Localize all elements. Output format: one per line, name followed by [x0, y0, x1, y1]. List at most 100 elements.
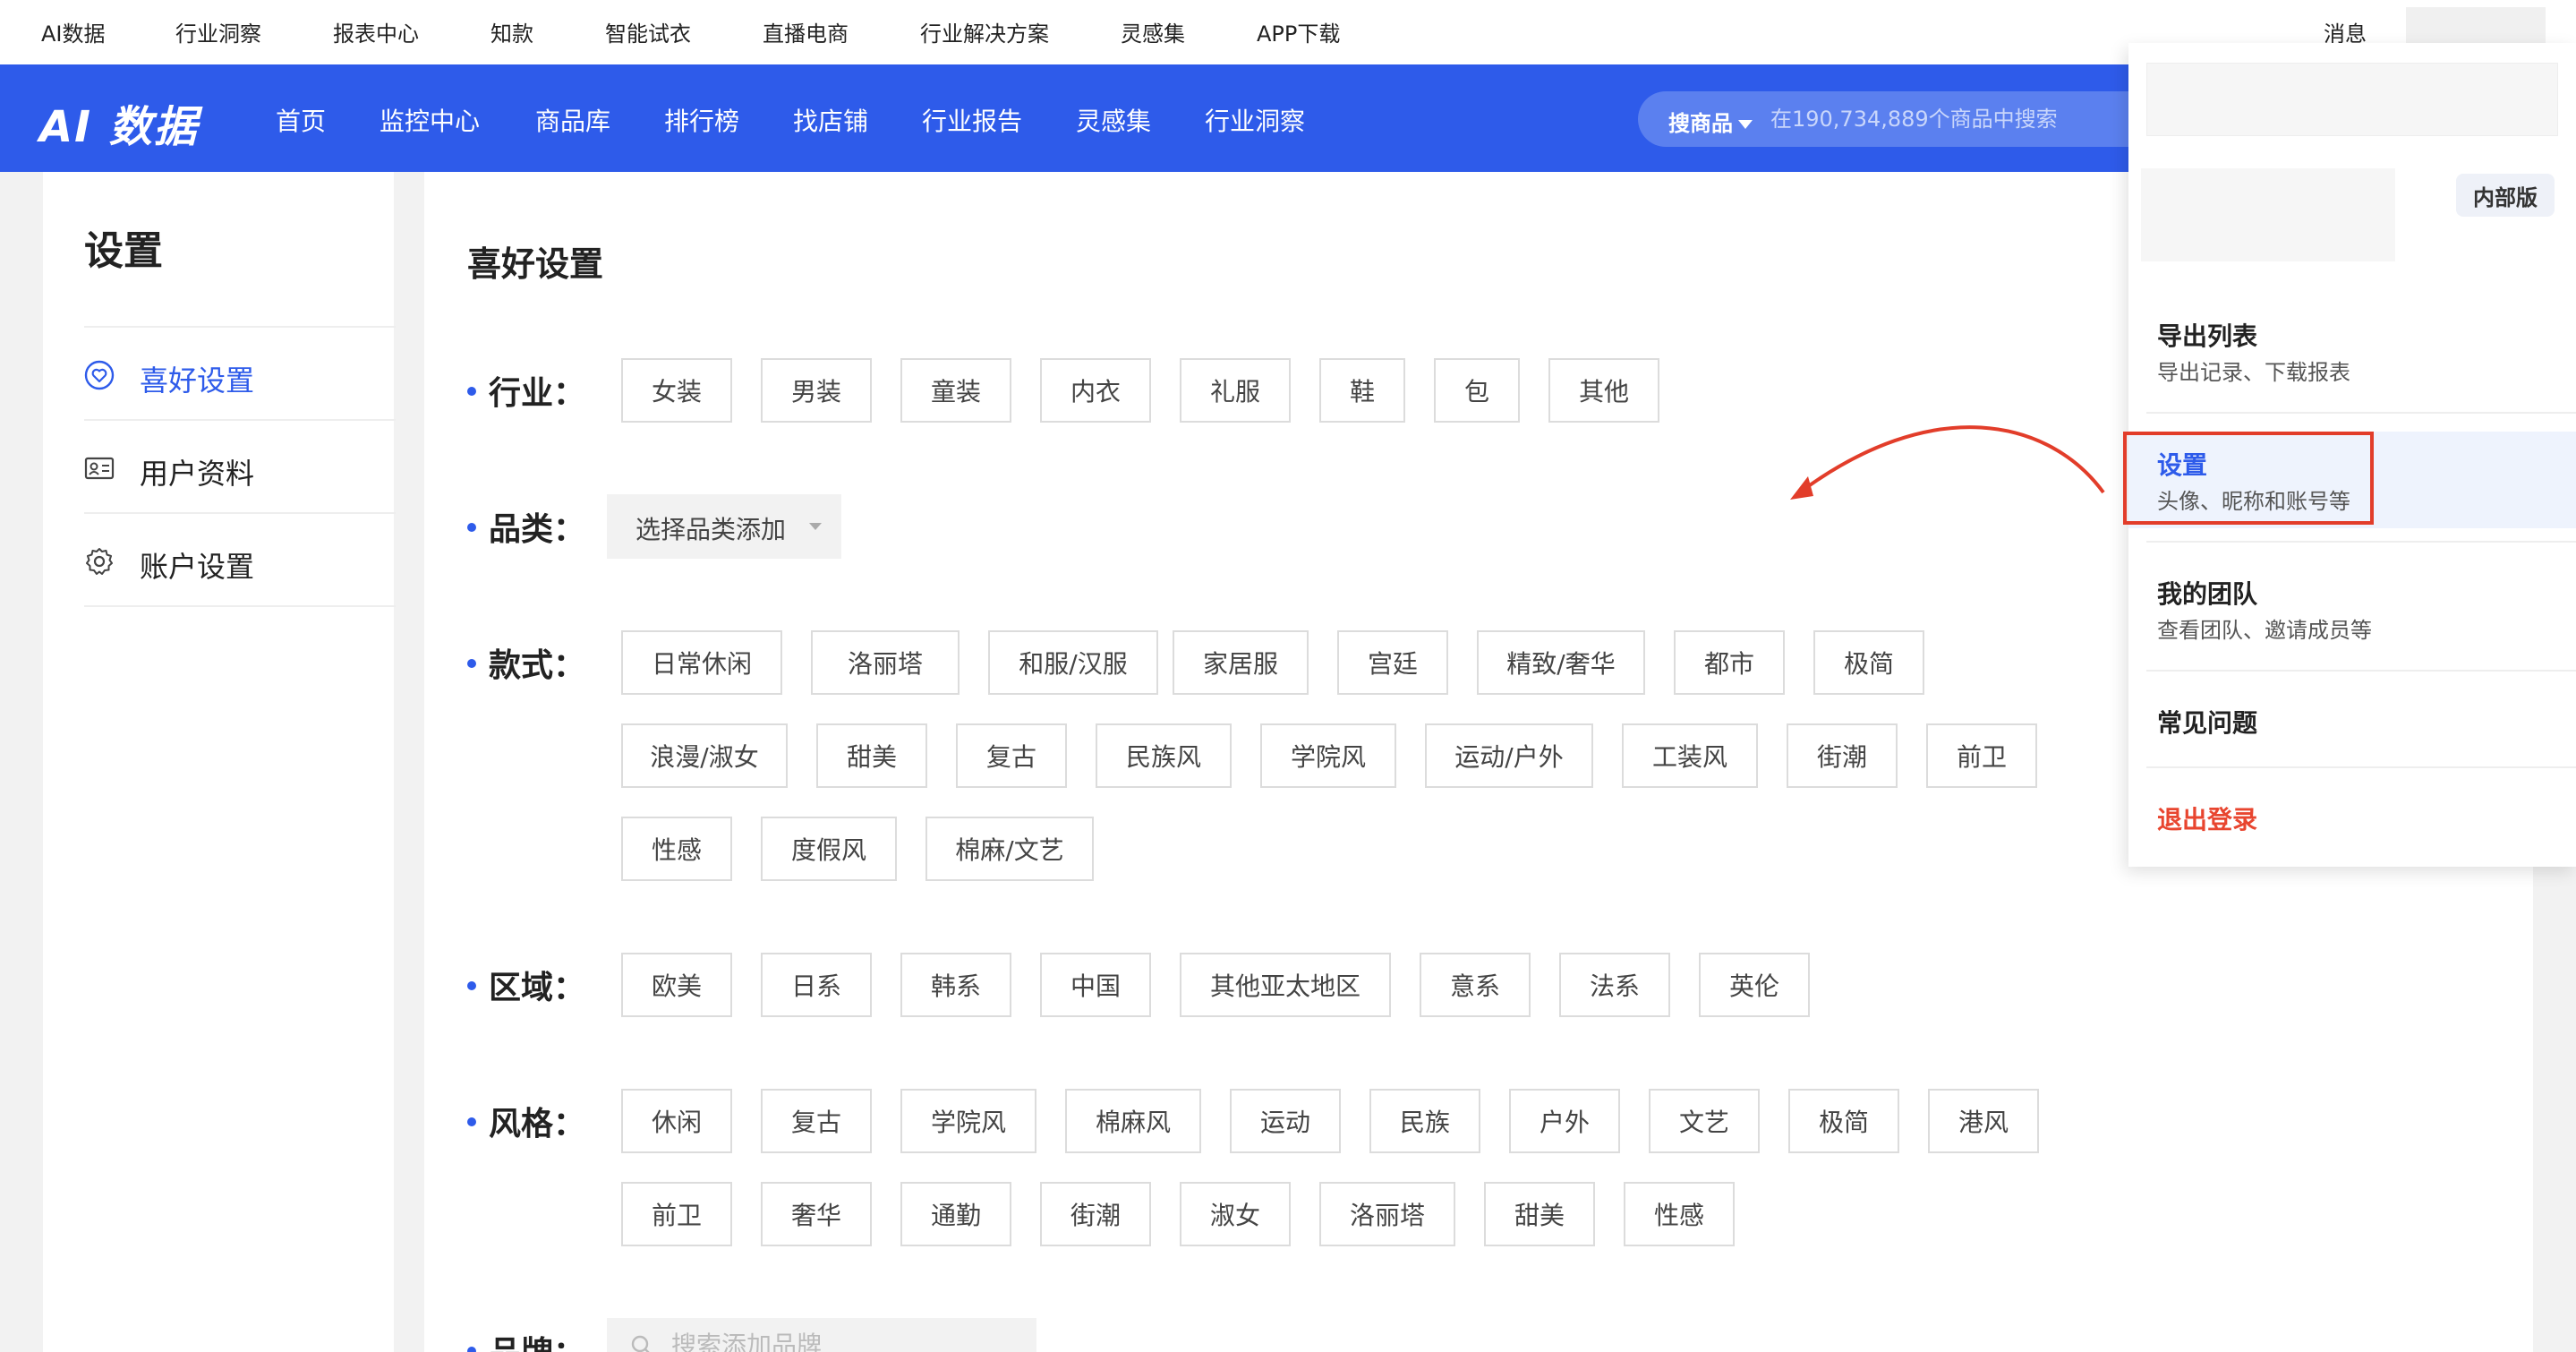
tag-style[interactable]: 民族: [1369, 1089, 1480, 1153]
divider: [2146, 670, 2576, 672]
tag-style-type[interactable]: 工装风: [1622, 723, 1758, 788]
tag-style-type[interactable]: 都市: [1674, 630, 1785, 695]
util-link-virtual-tryon[interactable]: 智能试衣: [605, 16, 691, 47]
tag-industry-menswear[interactable]: 男装: [761, 358, 872, 423]
bullet-dot: [467, 981, 476, 990]
menu-item-my-team[interactable]: 我的团队 查看团队、邀请成员等: [2128, 575, 2576, 664]
category-select-text: 选择品类添加: [635, 515, 787, 544]
tag-style[interactable]: 复古: [761, 1089, 872, 1153]
sidebar-item-account[interactable]: 账户设置: [84, 514, 396, 607]
tag-industry-kidswear[interactable]: 童装: [900, 358, 1011, 423]
tag-style-type[interactable]: 民族风: [1096, 723, 1232, 788]
tag-region[interactable]: 意系: [1420, 953, 1531, 1017]
sidebar-item-preferences[interactable]: 喜好设置: [84, 328, 396, 421]
tag-style[interactable]: 前卫: [621, 1182, 732, 1246]
category-select[interactable]: 选择品类添加: [607, 494, 841, 559]
id-card-icon: [84, 457, 115, 480]
tag-style[interactable]: 甜美: [1484, 1182, 1595, 1246]
tag-style-type[interactable]: 家居服: [1173, 630, 1309, 695]
util-link-solutions[interactable]: 行业解决方案: [920, 16, 1049, 47]
tag-industry-other[interactable]: 其他: [1548, 358, 1659, 423]
util-link-ai-data[interactable]: AI数据: [41, 16, 106, 47]
tag-style[interactable]: 户外: [1509, 1089, 1620, 1153]
nav-item-industry-insight[interactable]: 行业洞察: [1205, 102, 1305, 138]
tag-style[interactable]: 通勤: [900, 1182, 1011, 1246]
tag-style[interactable]: 奢华: [761, 1182, 872, 1246]
tag-region[interactable]: 中国: [1040, 953, 1151, 1017]
nav-item-home[interactable]: 首页: [276, 102, 326, 138]
util-link-live-ecommerce[interactable]: 直播电商: [763, 16, 849, 47]
tag-style[interactable]: 港风: [1928, 1089, 2039, 1153]
tag-style[interactable]: 洛丽塔: [1319, 1182, 1455, 1246]
brand-label: 品牌：: [467, 1327, 585, 1352]
menu-item-logout[interactable]: 退出登录: [2128, 800, 2576, 854]
nav-item-industry-report[interactable]: 行业报告: [922, 102, 1022, 138]
tag-style-type[interactable]: 度假风: [761, 817, 897, 881]
nav-item-inspiration[interactable]: 灵感集: [1076, 102, 1151, 138]
menu-item-faq[interactable]: 常见问题: [2128, 704, 2576, 757]
search-type-dropdown[interactable]: 搜商品: [1668, 106, 1753, 137]
tag-industry-womenswear[interactable]: 女装: [621, 358, 732, 423]
tag-style[interactable]: 文艺: [1649, 1089, 1760, 1153]
tag-style[interactable]: 街潮: [1040, 1182, 1151, 1246]
tag-industry-underwear[interactable]: 内衣: [1040, 358, 1151, 423]
tag-region[interactable]: 其他亚太地区: [1180, 953, 1391, 1017]
sidebar-item-profile[interactable]: 用户资料: [84, 421, 396, 514]
tag-region[interactable]: 英伦: [1699, 953, 1810, 1017]
util-link-inspiration[interactable]: 灵感集: [1121, 16, 1185, 47]
util-link-report-center[interactable]: 报表中心: [333, 16, 419, 47]
tag-style-type[interactable]: 运动/户外: [1425, 723, 1593, 788]
util-link-zhikuan[interactable]: 知款: [490, 16, 533, 47]
tag-style[interactable]: 淑女: [1180, 1182, 1291, 1246]
tag-style-type[interactable]: 日常休闲: [621, 630, 782, 695]
search-input[interactable]: [1770, 102, 2155, 136]
caret-down-icon: [1738, 120, 1753, 129]
menu-item-settings[interactable]: 设置 头像、昵称和账号等: [2128, 432, 2576, 528]
menu-item-export-list[interactable]: 导出列表 导出记录、下载报表: [2128, 317, 2576, 406]
caret-down-icon: [809, 523, 822, 530]
util-link-industry-insight[interactable]: 行业洞察: [175, 16, 261, 47]
tag-style-type[interactable]: 前卫: [1926, 723, 2037, 788]
util-link-app-download[interactable]: APP下载: [1257, 16, 1340, 47]
tag-style[interactable]: 运动: [1230, 1089, 1341, 1153]
tag-style-type[interactable]: 学院风: [1260, 723, 1396, 788]
brand-logo[interactable]: AI 数据: [39, 91, 199, 154]
nav-item-rankings[interactable]: 排行榜: [664, 102, 739, 138]
tag-region[interactable]: 韩系: [900, 953, 1011, 1017]
tag-style[interactable]: 极简: [1788, 1089, 1899, 1153]
tag-style[interactable]: 学院风: [900, 1089, 1036, 1153]
tag-style-type[interactable]: 甜美: [816, 723, 927, 788]
divider: [84, 605, 396, 607]
tag-style-type[interactable]: 和服/汉服: [988, 630, 1158, 695]
nav-item-find-shop[interactable]: 找店铺: [793, 102, 868, 138]
tag-style[interactable]: 休闲: [621, 1089, 732, 1153]
tag-industry-shoes[interactable]: 鞋: [1319, 358, 1405, 423]
tag-region[interactable]: 法系: [1559, 953, 1670, 1017]
tag-style-type[interactable]: 洛丽塔: [811, 630, 960, 695]
tag-style-type[interactable]: 极简: [1813, 630, 1924, 695]
tag-region[interactable]: 日系: [761, 953, 872, 1017]
account-info-placeholder: [2141, 168, 2395, 261]
tag-style-type[interactable]: 街潮: [1787, 723, 1898, 788]
tag-region[interactable]: 欧美: [621, 953, 732, 1017]
search-type-label: 搜商品: [1668, 111, 1733, 136]
tag-style-type[interactable]: 浪漫/淑女: [621, 723, 788, 788]
brand-search-input[interactable]: [671, 1327, 1011, 1352]
nav-item-monitor[interactable]: 监控中心: [380, 102, 480, 138]
tag-industry-formalwear[interactable]: 礼服: [1180, 358, 1291, 423]
tag-style-type[interactable]: 性感: [621, 817, 732, 881]
style-type-label: 款式：: [467, 639, 585, 686]
tag-industry-bags[interactable]: 包: [1434, 358, 1520, 423]
settings-sidebar: 设置 喜好设置 用户资料 账户设置: [43, 172, 396, 1352]
global-search: 搜商品: [1638, 91, 2175, 147]
tag-style-type[interactable]: 棉麻/文艺: [925, 817, 1094, 881]
tag-style-type[interactable]: 精致/奢华: [1477, 630, 1645, 695]
menu-item-subtitle: 查看团队、邀请成员等: [2157, 618, 2372, 643]
tag-style-type[interactable]: 宫廷: [1337, 630, 1448, 695]
tag-style-type[interactable]: 复古: [956, 723, 1067, 788]
tag-style[interactable]: 棉麻风: [1065, 1089, 1201, 1153]
nav-item-products[interactable]: 商品库: [535, 102, 610, 138]
tag-style[interactable]: 性感: [1624, 1182, 1735, 1246]
sidebar-title: 设置: [84, 228, 163, 274]
sidebar-item-label: 喜好设置: [140, 364, 255, 398]
